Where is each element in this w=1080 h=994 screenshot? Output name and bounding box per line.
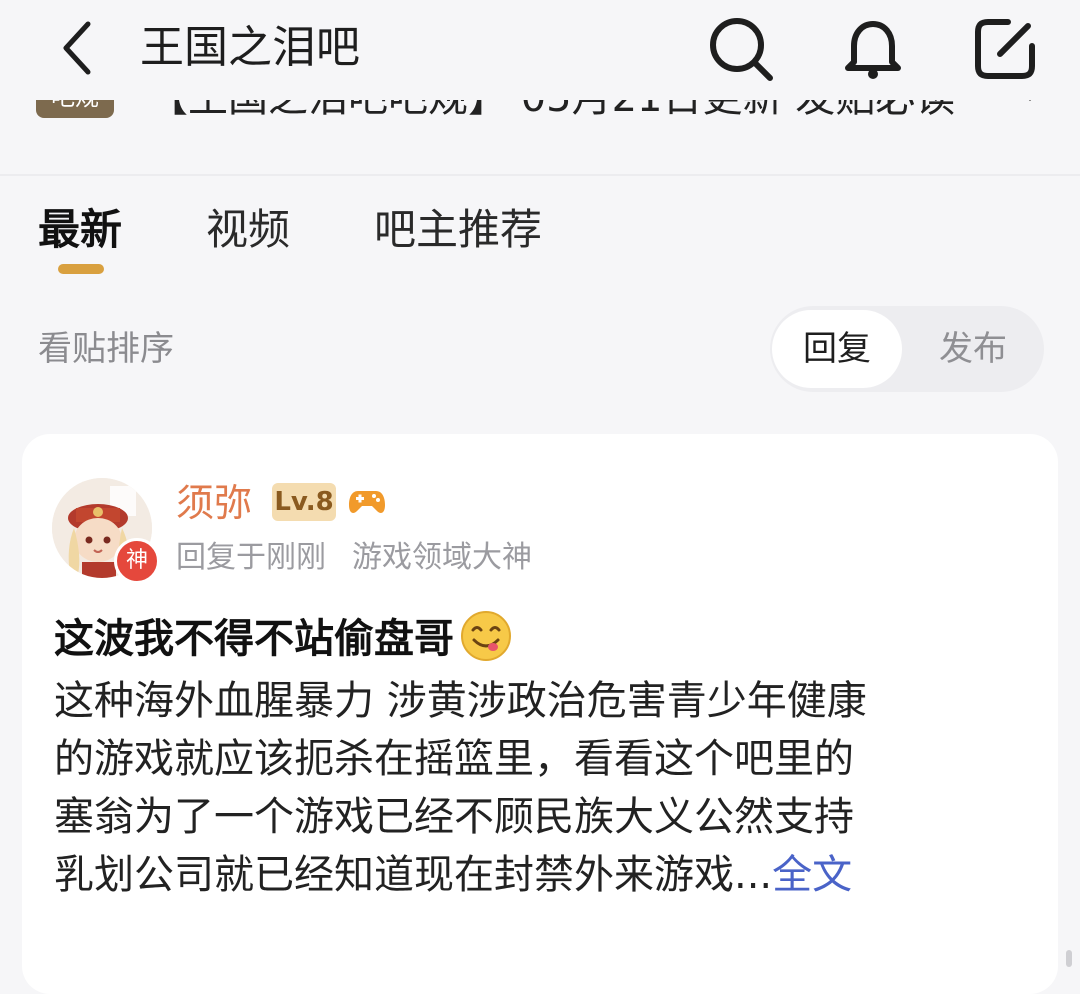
avatar-god-badge: 神 — [114, 538, 160, 584]
sort-by-reply-button[interactable]: 回复 — [772, 310, 902, 388]
post-body[interactable]: 这种海外血腥暴力 涉黄涉政治危害青少年健康 的游戏就应该扼杀在摇篮里，看看这个吧… — [54, 672, 1026, 904]
scrollbar[interactable] — [1066, 950, 1072, 967]
post-body-line: 乳划公司就已经知道现在封禁外来游戏... — [54, 852, 773, 898]
post-title-text: 这波我不得不站偷盘哥 — [54, 616, 454, 662]
post-title[interactable]: 这波我不得不站偷盘哥 — [54, 610, 512, 666]
edit-icon[interactable] — [970, 14, 1040, 84]
gamepad-icon — [349, 491, 385, 513]
bell-icon[interactable] — [838, 14, 908, 84]
sort-label: 看贴排序 — [38, 329, 174, 369]
post-meta: 回复于刚刚 游戏领域大神 — [176, 538, 532, 578]
search-icon[interactable] — [706, 14, 776, 84]
active-tab-indicator — [58, 264, 104, 274]
smiling-face-icon — [461, 611, 511, 661]
back-icon[interactable] — [58, 18, 98, 78]
tab-latest[interactable]: 最新 — [38, 204, 122, 256]
post-body-line-last: 乳划公司就已经知道现在封禁外来游戏...全文 — [54, 846, 1026, 904]
tab-video[interactable]: 视频 — [206, 204, 290, 256]
sort-by-publish-button[interactable]: 发布 — [908, 310, 1038, 388]
read-full-link[interactable]: 全文 — [772, 852, 852, 898]
reply-time: 回复于刚刚 — [176, 540, 326, 575]
post-body-line: 的游戏就应该扼杀在摇篮里，看看这个吧里的 — [54, 736, 854, 782]
page-title: 王国之泪吧 — [140, 22, 360, 73]
sort-toggle: 回复 发布 — [770, 306, 1044, 392]
feed-tabs: 最新 视频 吧主推荐 — [0, 176, 1080, 286]
post-card[interactable]: 神 须弥 Lv.8 回复于刚刚 游戏领域大神 这波我不得不站偷盘哥 这种海外血腥暴… — [22, 434, 1058, 994]
user-title-tag: 游戏领域大神 — [352, 540, 532, 575]
username[interactable]: 须弥 — [176, 478, 252, 528]
tab-moderator-picks[interactable]: 吧主推荐 — [374, 204, 542, 256]
level-badge: Lv.8 — [272, 483, 336, 521]
post-body-line: 塞翁为了一个游戏已经不顾民族大义公然支持 — [54, 794, 854, 840]
top-bar: 王国之泪吧 — [0, 0, 1080, 100]
post-body-line: 这种海外血腥暴力 涉黄涉政治危害青少年健康 — [54, 678, 867, 724]
